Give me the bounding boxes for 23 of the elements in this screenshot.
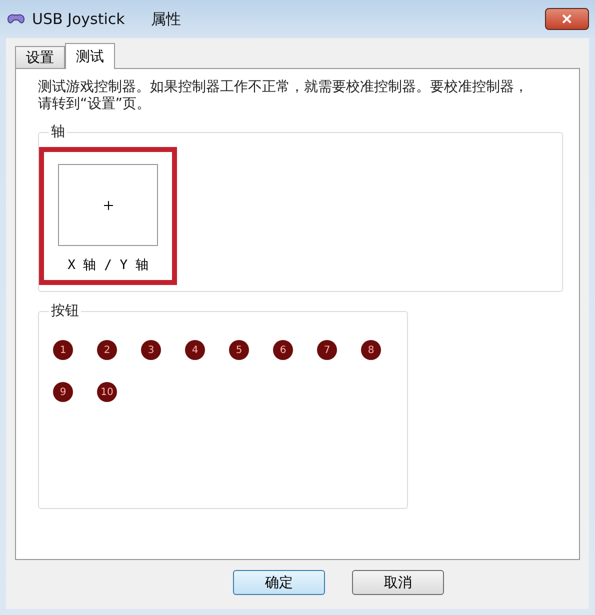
button-indicator: 7 (317, 340, 337, 360)
button-indicator: 10 (97, 382, 117, 402)
button-indicator: 5 (229, 340, 249, 360)
group-title: 按钮 (50, 302, 80, 320)
window-title: USB Joystick (32, 10, 125, 28)
window-subtitle: 属性 (150, 10, 181, 28)
button-indicator: 3 (141, 340, 161, 360)
button-indicator: 9 (53, 382, 73, 402)
close-button[interactable]: ✕ (545, 8, 589, 30)
crosshair-icon (104, 200, 112, 210)
button-indicator: 8 (361, 340, 381, 360)
button-indicator: 1 (53, 340, 73, 360)
axis-label: X 轴 / Y 轴 (68, 257, 148, 274)
tab[interactable]: 设置 (15, 46, 65, 68)
tab[interactable]: 测试 (65, 43, 115, 69)
group-title: 轴 (50, 123, 66, 141)
description-text: 测试游戏控制器。如果控制器工作不正常，就需要校准控制器。要校准控制器，请转到“设置”页。 (38, 79, 529, 113)
dialog-button[interactable]: 取消 (352, 570, 444, 595)
dialog-button[interactable]: 确定 (233, 570, 325, 595)
joystick-icon (6, 12, 26, 26)
button-indicator: 6 (273, 340, 293, 360)
button-indicator: 4 (185, 340, 205, 360)
button-indicator: 2 (97, 340, 117, 360)
